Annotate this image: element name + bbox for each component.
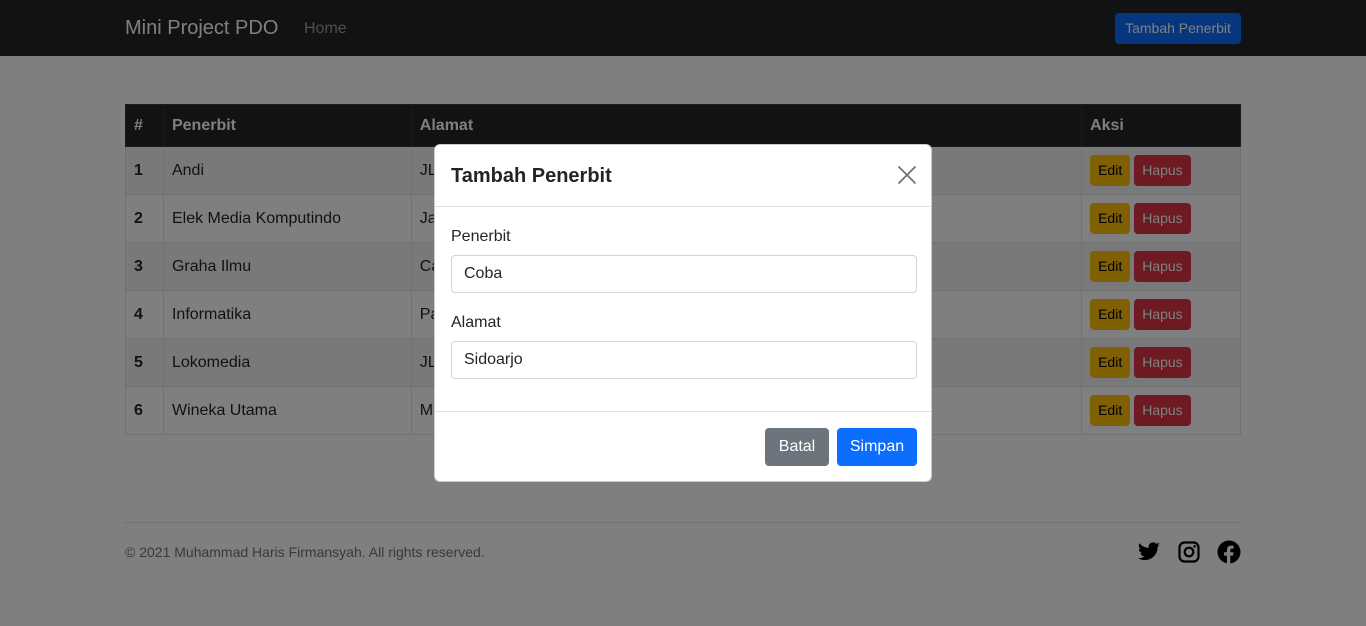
close-icon[interactable] <box>897 165 917 185</box>
alamat-label: Alamat <box>451 314 501 331</box>
add-publisher-modal: Tambah Penerbit Penerbit Alamat Batal Si… <box>434 144 932 482</box>
modal-footer: Batal Simpan <box>435 411 931 481</box>
alamat-input[interactable] <box>451 341 917 379</box>
penerbit-input[interactable] <box>451 255 917 293</box>
penerbit-label: Penerbit <box>451 228 511 245</box>
cancel-button[interactable]: Batal <box>765 428 829 466</box>
save-button[interactable]: Simpan <box>837 428 917 466</box>
modal-header: Tambah Penerbit <box>435 145 931 207</box>
modal-title: Tambah Penerbit <box>451 165 612 187</box>
